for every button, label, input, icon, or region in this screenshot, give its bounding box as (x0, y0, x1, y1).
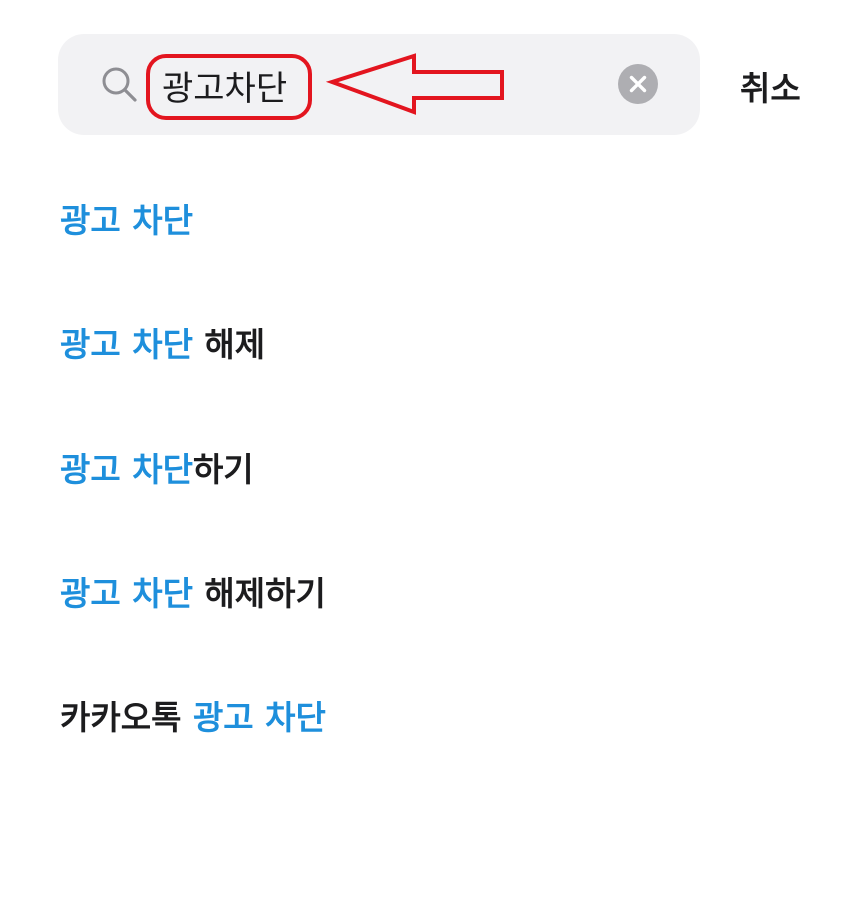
suggestion-item[interactable]: 광고 차단 (60, 194, 193, 242)
search-bar[interactable] (58, 34, 700, 135)
suggestion-match: 광고 차단 (60, 450, 193, 489)
search-icon (102, 67, 137, 102)
clear-icon[interactable] (618, 64, 658, 104)
suggestion-match: 광고 차단 (60, 325, 193, 364)
suggestion-item[interactable]: 카카오톡 광고 차단 (60, 691, 326, 739)
suggestion-prefix: 카카오톡 (60, 698, 193, 737)
suggestion-match: 광고 차단 (192, 698, 326, 737)
search-input[interactable] (154, 62, 600, 108)
suggestion-suffix: 해제 (192, 325, 266, 364)
cancel-button[interactable]: 취소 (740, 62, 801, 110)
suggestion-item[interactable]: 광고 차단 해제하기 (60, 567, 326, 615)
suggestion-match: 광고 차단 (60, 201, 193, 240)
suggestion-suffix: 해제하기 (192, 574, 326, 613)
suggestion-item[interactable]: 광고 차단 해제 (60, 318, 265, 366)
suggestion-item[interactable]: 광고 차단하기 (60, 443, 254, 491)
suggestion-match: 광고 차단 (60, 574, 193, 613)
suggestion-suffix: 하기 (192, 450, 254, 489)
